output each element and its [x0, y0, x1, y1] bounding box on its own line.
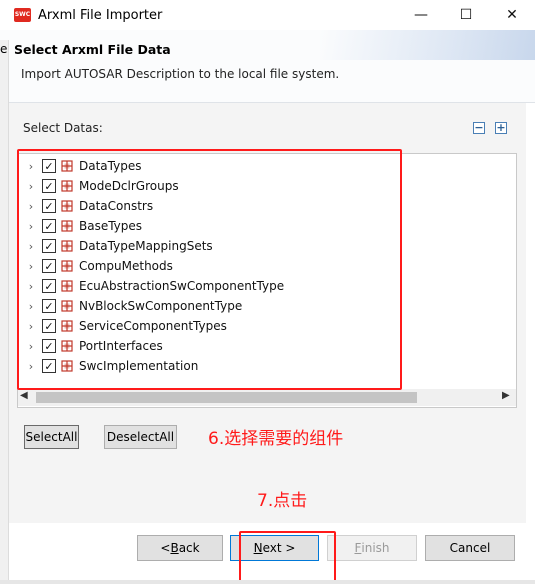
window-bottom-edge — [0, 580, 535, 584]
maximize-button[interactable]: ☐ — [443, 0, 489, 30]
scrollbar-thumb[interactable] — [36, 392, 417, 403]
annotation-next-highlight-box — [239, 531, 336, 582]
close-button[interactable]: ✕ — [489, 0, 535, 30]
page-description: Import AUTOSAR Description to the local … — [21, 67, 340, 81]
app-icon: SWC — [14, 8, 31, 22]
deselect-all-button[interactable]: DeselectAll — [104, 425, 177, 449]
annotation-step-7: 7.点击 — [257, 491, 308, 511]
window-title: Arxml File Importer — [38, 8, 163, 23]
scroll-right-arrow-icon[interactable]: ▶ — [502, 390, 510, 401]
expand-all-icon[interactable]: + — [495, 122, 507, 134]
minimize-button[interactable]: — — [398, 0, 444, 30]
header-banner-graphic — [320, 30, 535, 60]
back-button[interactable]: < Back — [137, 535, 223, 561]
annotation-step-6: 6.选择需要的组件 — [208, 429, 344, 449]
select-datas-label: Select Datas: — [23, 121, 103, 135]
select-all-button[interactable]: SelectAll — [24, 425, 79, 449]
cancel-button[interactable]: Cancel — [425, 535, 515, 561]
annotation-tree-highlight-box — [17, 149, 402, 390]
scroll-left-arrow-icon[interactable]: ◀ — [20, 390, 28, 401]
page-title: Select Arxml File Data — [14, 42, 171, 57]
background-window-text: e — [0, 42, 8, 56]
background-window-edge — [0, 40, 9, 584]
finish-button[interactable]: Finish — [327, 535, 417, 561]
collapse-all-icon[interactable]: − — [473, 122, 485, 134]
